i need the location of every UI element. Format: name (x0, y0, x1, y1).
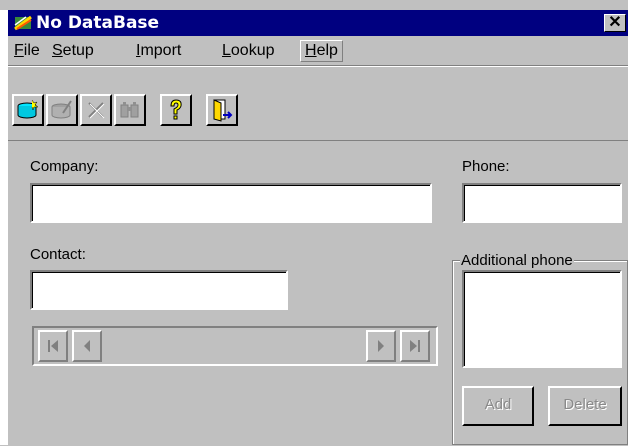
first-record-button[interactable] (38, 330, 68, 362)
new-database-icon (17, 99, 39, 119)
previous-record-icon (84, 340, 90, 352)
menu-import[interactable]: Import (134, 41, 183, 61)
add-button-label: Add (484, 396, 512, 413)
close-icon: ✕ (608, 14, 622, 31)
toolbar (8, 66, 628, 138)
record-navigator (32, 326, 438, 366)
menu-setup-label: etup (62, 42, 94, 59)
edit-record-icon (51, 100, 72, 119)
exit-button[interactable] (206, 94, 238, 126)
help-button[interactable] (160, 94, 192, 126)
new-database-button[interactable] (12, 94, 44, 126)
menu-setup-mnemonic: S (52, 42, 63, 59)
window-title: No DataBase (36, 13, 160, 33)
menu-file[interactable]: File (12, 41, 42, 61)
delete-button[interactable]: Delete (548, 386, 622, 426)
company-label: Company: (30, 158, 99, 175)
phone-label: Phone: (462, 158, 510, 175)
menu-lookup[interactable]: Lookup (220, 41, 277, 61)
delete-record-button[interactable] (80, 94, 112, 126)
last-record-button[interactable] (400, 330, 430, 362)
add-button[interactable]: Add (462, 386, 534, 426)
next-record-button[interactable] (366, 330, 396, 362)
menu-import-label: mport (140, 42, 182, 59)
exit-door-icon (213, 99, 233, 122)
menu-setup[interactable]: Setup (50, 41, 96, 61)
next-record-icon (378, 340, 384, 352)
edit-record-button[interactable] (46, 94, 78, 126)
menu-lookup-mnemonic: L (222, 42, 231, 59)
delete-button-label: Delete (563, 396, 607, 413)
contact-label: Contact: (30, 246, 86, 263)
app-icon (14, 14, 32, 32)
last-record-icon (410, 340, 420, 352)
first-record-icon (48, 340, 58, 352)
title-bar[interactable]: No DataBase ✕ (8, 10, 628, 36)
menu-bar: File Setup Import Lookup Help (8, 37, 628, 65)
find-icon (120, 102, 139, 118)
menu-lookup-label: ookup (230, 42, 275, 59)
menu-help-label: elp (316, 42, 338, 59)
help-icon (170, 99, 182, 120)
phone-input[interactable] (462, 183, 622, 223)
menu-help-mnemonic: H (305, 42, 317, 59)
previous-record-button[interactable] (72, 330, 102, 362)
company-input[interactable] (30, 183, 432, 223)
contact-input[interactable] (30, 270, 288, 310)
additional-phone-list[interactable] (462, 270, 622, 368)
app-window: No DataBase ✕ File Setup Import Lookup H… (8, 10, 628, 445)
menu-help[interactable]: Help (300, 40, 343, 62)
close-button[interactable]: ✕ (604, 14, 626, 32)
find-button[interactable] (114, 94, 146, 126)
window-left-edge (0, 10, 8, 445)
delete-record-icon (88, 102, 105, 119)
menu-file-mnemonic: F (14, 42, 24, 59)
menu-file-label: ile (23, 42, 40, 59)
additional-phone-label: Additional phone (460, 252, 574, 270)
